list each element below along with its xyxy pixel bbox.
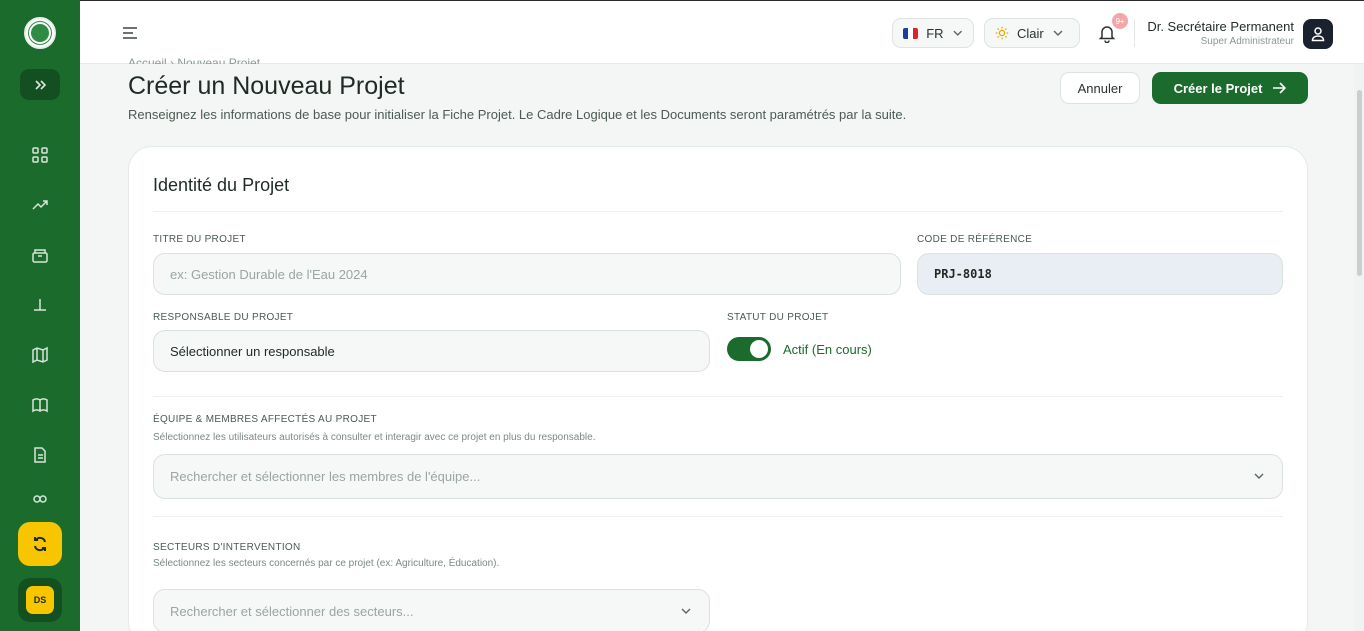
sidebar-item-dashboard[interactable] — [28, 143, 52, 167]
manager-label: RESPONSABLE DU PROJET — [153, 312, 294, 323]
user-role: Super Administrateur — [1200, 36, 1294, 47]
sidebar-item-library[interactable] — [28, 393, 52, 417]
refresh-icon — [34, 536, 46, 552]
trending-up-icon — [32, 200, 48, 210]
sidebar-item-documents[interactable] — [28, 443, 52, 467]
breadcrumb: Accueil › Nouveau Projet — [128, 56, 261, 64]
page-title: Créer un Nouveau Projet — [128, 72, 405, 100]
team-members-select[interactable]: Rechercher et sélectionner les membres d… — [153, 454, 1283, 499]
chevron-down-icon — [1053, 30, 1063, 36]
user-icon — [1311, 27, 1325, 42]
notification-badge: 9+ — [1112, 13, 1128, 29]
divider — [153, 516, 1283, 517]
book-icon — [32, 398, 48, 413]
sun-icon — [995, 26, 1009, 40]
sidebar-avatar[interactable]: DS — [18, 578, 62, 622]
user-avatar[interactable] — [1303, 19, 1333, 49]
sidebar-item-archive[interactable] — [28, 243, 52, 267]
sidebar-item-map[interactable] — [28, 343, 52, 367]
sidebar-item-users[interactable] — [28, 493, 52, 509]
sidebar-item-analytics[interactable] — [28, 193, 52, 217]
sectors-select[interactable]: Rechercher et sélectionner des secteurs.… — [153, 589, 710, 631]
manager-select[interactable]: Sélectionner un responsable — [153, 330, 710, 372]
create-project-label: Créer le Projet — [1173, 80, 1263, 96]
chevron-down-icon — [1254, 473, 1264, 479]
archive-icon — [32, 249, 48, 263]
status-value: Actif (En cours) — [783, 342, 872, 357]
project-identity-card: Identité du Projet TITRE DU PROJET ex: G… — [128, 146, 1308, 631]
plant-icon — [34, 299, 46, 311]
menu-icon[interactable] — [120, 23, 140, 43]
sidebar-item-projects[interactable] — [28, 293, 52, 317]
sidebar: DS — [0, 0, 80, 631]
title-label: TITRE DU PROJET — [153, 234, 246, 245]
topbar-divider — [1134, 19, 1135, 47]
sectors-label: SECTEURS D'INTERVENTION — [153, 542, 301, 553]
language-select[interactable]: FR — [892, 18, 974, 48]
team-label: ÉQUIPE & MEMBRES AFFECTÉS AU PROJET — [153, 414, 377, 425]
status-label: STATUT DU PROJET — [727, 312, 829, 323]
topbar: FR Clair 9+ Dr. Secrétaire Permanent Sup… — [80, 0, 1364, 64]
avatar-initials: DS — [26, 586, 54, 614]
refresh-button[interactable] — [18, 522, 62, 566]
page-subtitle: Renseignez les informations de base pour… — [128, 107, 907, 122]
language-label: FR — [926, 25, 944, 41]
grid-icon — [32, 147, 48, 163]
divider — [153, 396, 1283, 397]
app-logo[interactable] — [24, 17, 56, 49]
team-hint: Sélectionnez les utilisateurs autorisés … — [153, 432, 596, 443]
code-label: CODE DE RÉFÉRENCE — [917, 234, 1033, 245]
map-icon — [32, 346, 48, 364]
chevron-down-icon — [953, 30, 962, 36]
reference-code-field: PRJ-8018 — [917, 253, 1283, 295]
double-chevron-right-icon — [35, 79, 47, 90]
theme-select[interactable]: Clair — [984, 18, 1080, 48]
france-flag-icon — [903, 27, 919, 39]
theme-label: Clair — [1017, 25, 1044, 41]
create-project-button[interactable]: Créer le Projet — [1152, 72, 1308, 104]
chevron-down-icon — [681, 608, 691, 614]
sectors-placeholder: Rechercher et sélectionner des secteurs.… — [170, 603, 414, 619]
cancel-button[interactable]: Annuler — [1060, 72, 1140, 104]
status-toggle[interactable] — [727, 337, 771, 361]
page-scrollbar[interactable] — [1354, 64, 1364, 631]
project-title-input[interactable]: ex: Gestion Durable de l'Eau 2024 — [153, 253, 901, 295]
expand-sidebar-button[interactable] — [20, 69, 60, 100]
scrollbar-thumb[interactable] — [1357, 90, 1362, 276]
sectors-hint: Sélectionnez les secteurs concernés par … — [153, 558, 500, 569]
arrow-right-icon — [1273, 82, 1287, 94]
user-name: Dr. Secrétaire Permanent — [1147, 19, 1294, 34]
divider — [153, 211, 1283, 212]
section-title: Identité du Projet — [153, 175, 290, 195]
users-icon — [33, 495, 47, 503]
document-icon — [34, 447, 46, 463]
team-placeholder: Rechercher et sélectionner les membres d… — [170, 469, 481, 484]
